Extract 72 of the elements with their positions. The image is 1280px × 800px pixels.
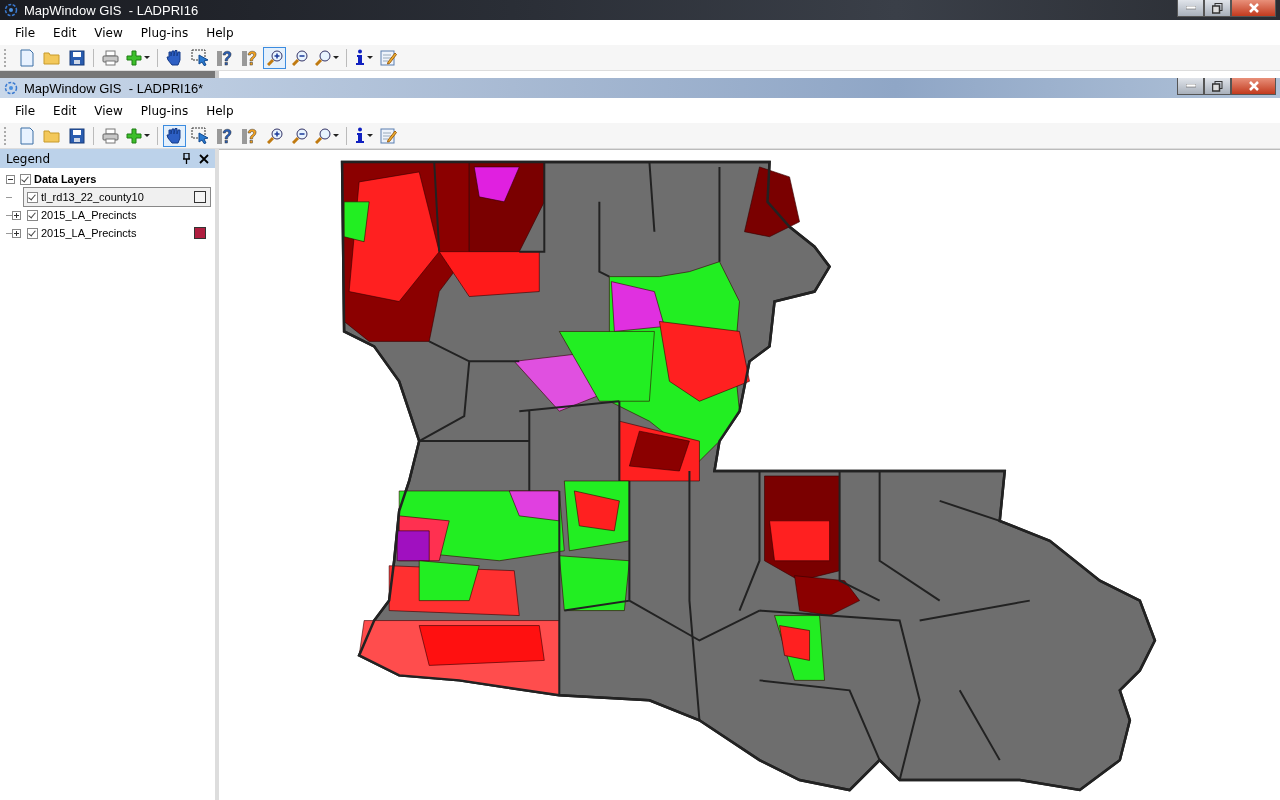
add-layer-icon	[126, 49, 150, 66]
expand-toggle[interactable]	[12, 210, 23, 220]
info-icon	[354, 127, 373, 144]
menu-item[interactable]: Plug-ins	[131, 103, 198, 118]
close-icon[interactable]	[199, 153, 209, 164]
info-icon	[354, 49, 373, 66]
toolbar-button[interactable]	[163, 124, 186, 147]
menu-item[interactable]: Help	[197, 25, 243, 40]
close-button[interactable]	[1231, 0, 1276, 17]
window-title: MapWindow GIS - LADPRI16	[24, 2, 199, 18]
question-mark-icon	[216, 48, 233, 67]
select-arrow-icon	[190, 49, 209, 66]
layer-item[interactable]: 2015_LA_Precincts	[23, 205, 211, 225]
legend-title: Legend	[6, 151, 52, 166]
printer-icon	[102, 49, 119, 66]
globe-icon	[4, 3, 18, 17]
group-label: Data Layers	[34, 173, 97, 185]
globe-icon	[4, 81, 18, 95]
save-icon	[68, 127, 85, 144]
close-icon	[1247, 3, 1260, 13]
menu-item[interactable]: Edit	[44, 103, 86, 118]
zoom-out-icon	[291, 49, 308, 66]
menu-item[interactable]: Edit	[44, 25, 86, 40]
minimize-button[interactable]	[1177, 0, 1204, 17]
select-arrow-icon	[190, 127, 209, 144]
window-title: MapWindow GIS - LADPRI16*	[24, 80, 204, 96]
magnifier-icon	[315, 127, 339, 144]
menu-item[interactable]: Plug-ins	[131, 25, 198, 40]
minimize-icon	[1185, 84, 1196, 88]
hand-icon	[165, 48, 184, 67]
minimize-icon	[1185, 6, 1196, 10]
checkbox[interactable]	[27, 227, 38, 239]
toolbar-button[interactable]	[188, 46, 211, 69]
zoom-out-icon	[291, 127, 308, 144]
question-mark-icon	[241, 126, 258, 145]
question-mark-icon	[241, 48, 258, 67]
new-file-icon	[18, 126, 35, 145]
restore-icon	[1212, 80, 1223, 92]
close-button[interactable]	[1231, 78, 1276, 95]
restore-icon	[1212, 2, 1223, 14]
question-mark-icon	[216, 126, 233, 145]
close-icon	[1247, 81, 1260, 91]
menu-item[interactable]: View	[85, 25, 132, 40]
printer-icon	[102, 127, 119, 144]
layer-item[interactable]: 2015_LA_Precincts	[23, 223, 211, 243]
layer-item[interactable]: tl_rd13_22_county10	[23, 187, 211, 207]
zoom-in-icon	[266, 49, 283, 66]
hand-icon	[165, 126, 184, 145]
restore-button[interactable]	[1204, 0, 1231, 17]
notepad-pencil-icon	[380, 127, 397, 144]
minimize-button[interactable]	[1177, 78, 1204, 95]
checkbox[interactable]	[27, 209, 38, 221]
menu-item[interactable]: File	[6, 25, 45, 40]
pin-icon[interactable]	[182, 153, 191, 164]
checkbox[interactable]	[20, 173, 31, 185]
toolbar-button[interactable]	[263, 46, 286, 69]
checkbox[interactable]	[27, 191, 38, 203]
folder-icon	[43, 50, 60, 65]
magnifier-icon	[315, 49, 339, 66]
expand-toggle[interactable]	[12, 228, 23, 238]
folder-icon	[43, 128, 60, 143]
menu-item[interactable]: View	[85, 103, 132, 118]
zoom-in-icon	[266, 127, 283, 144]
toolbar-button[interactable]	[188, 124, 211, 147]
restore-button[interactable]	[1204, 78, 1231, 95]
menu-item[interactable]: File	[6, 103, 45, 118]
notepad-pencil-icon	[380, 49, 397, 66]
menu-item[interactable]: Help	[197, 103, 243, 118]
add-layer-icon	[126, 127, 150, 144]
new-file-icon	[18, 48, 35, 67]
collapse-toggle[interactable]	[6, 174, 17, 184]
save-icon	[68, 49, 85, 66]
